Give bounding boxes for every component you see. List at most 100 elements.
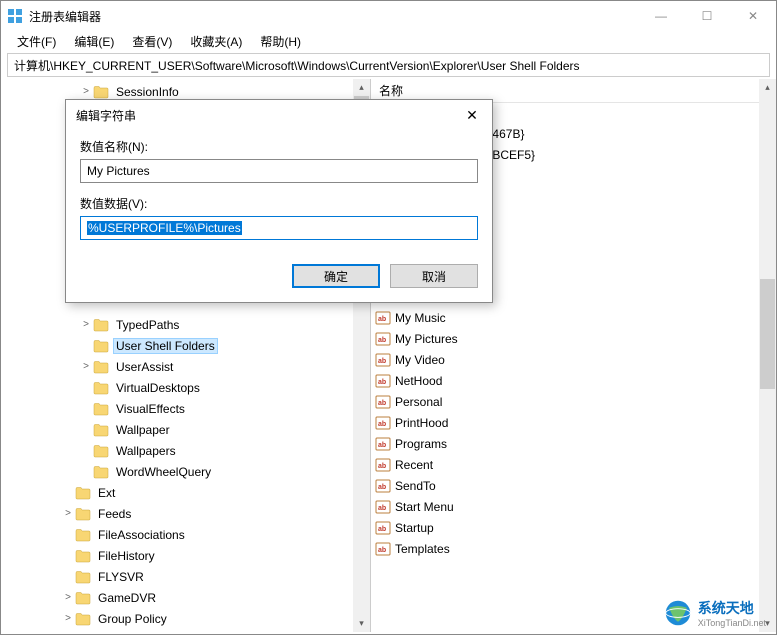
folder-icon: [93, 318, 109, 332]
list-row[interactable]: Startup: [371, 517, 776, 538]
edit-string-dialog: 编辑字符串 ✕ 数值名称(N): 数值数据(V): %USERPROFILE%\…: [65, 99, 493, 303]
tree-item-label: Ext: [95, 485, 118, 501]
list-row[interactable]: SendTo: [371, 475, 776, 496]
string-value-icon: [375, 394, 391, 410]
globe-icon: [664, 599, 692, 627]
minimize-button[interactable]: —: [638, 1, 684, 31]
list-row[interactable]: PrintHood: [371, 412, 776, 433]
tree-item[interactable]: Wallpaper: [7, 419, 370, 440]
tree-item[interactable]: Wallpapers: [7, 440, 370, 461]
value-name: NetHood: [395, 374, 442, 388]
list-row[interactable]: NetHood: [371, 370, 776, 391]
tree-item-label: TypedPaths: [113, 317, 182, 333]
folder-icon: [93, 381, 109, 395]
scroll-down-icon[interactable]: ▾: [353, 615, 370, 632]
dialog-title: 编辑字符串: [76, 107, 462, 124]
list-row[interactable]: Programs: [371, 433, 776, 454]
value-name-label: 数值名称(N):: [80, 138, 478, 155]
string-value-icon: [375, 436, 391, 452]
tree-item[interactable]: Ext: [7, 482, 370, 503]
chevron-icon[interactable]: >: [61, 508, 75, 519]
folder-icon: [93, 339, 109, 353]
address-text: 计算机\HKEY_CURRENT_USER\Software\Microsoft…: [14, 57, 580, 74]
tree-item[interactable]: > TypedPaths: [7, 314, 370, 335]
value-name: Personal: [395, 395, 442, 409]
folder-icon: [75, 591, 91, 605]
ok-button[interactable]: 确定: [292, 264, 380, 288]
tree-item-label: SessionInfo: [113, 84, 182, 100]
list-scrollbar[interactable]: ▴ ▾: [759, 79, 776, 632]
close-button[interactable]: ✕: [730, 1, 776, 31]
value-name: My Music: [395, 311, 446, 325]
watermark-title: 系统天地: [698, 600, 754, 616]
app-icon: [7, 8, 23, 24]
tree-item[interactable]: VisualEffects: [7, 398, 370, 419]
tree-item[interactable]: > Group Policy: [7, 608, 370, 629]
address-bar[interactable]: 计算机\HKEY_CURRENT_USER\Software\Microsoft…: [7, 53, 770, 77]
value-data-field[interactable]: %USERPROFILE%\Pictures: [80, 216, 478, 240]
tree-item-label: FileAssociations: [95, 527, 188, 543]
tree-item[interactable]: > Feeds: [7, 503, 370, 524]
chevron-icon[interactable]: >: [79, 361, 93, 372]
list-row[interactable]: My Music: [371, 307, 776, 328]
chevron-icon[interactable]: >: [79, 319, 93, 330]
tree-item-label: WordWheelQuery: [113, 464, 214, 480]
watermark-url: XiTongTianDi.net: [698, 618, 766, 628]
string-value-icon: [375, 331, 391, 347]
dialog-close-button[interactable]: ✕: [462, 107, 482, 124]
value-name: PrintHood: [395, 416, 448, 430]
value-name: My Pictures: [395, 332, 458, 346]
string-value-icon: [375, 310, 391, 326]
list-row[interactable]: Templates: [371, 538, 776, 559]
tree-item-label: Group Policy: [95, 611, 170, 627]
menu-favorites[interactable]: 收藏夹(A): [182, 31, 250, 52]
watermark: 系统天地 XiTongTianDi.net: [664, 598, 766, 628]
chevron-icon[interactable]: >: [61, 613, 75, 624]
folder-icon: [75, 570, 91, 584]
menu-edit[interactable]: 编辑(E): [66, 31, 122, 52]
string-value-icon: [375, 352, 391, 368]
menu-file[interactable]: 文件(F): [9, 31, 64, 52]
tree-item-label: UserAssist: [113, 359, 176, 375]
scroll-thumb[interactable]: [760, 279, 775, 389]
cancel-button[interactable]: 取消: [390, 264, 478, 288]
tree-item[interactable]: FileAssociations: [7, 524, 370, 545]
list-row[interactable]: Personal: [371, 391, 776, 412]
tree-item-label: Wallpapers: [113, 443, 179, 459]
list-row[interactable]: Recent: [371, 454, 776, 475]
tree-item[interactable]: FLYSVR: [7, 566, 370, 587]
tree-item-label: Feeds: [95, 506, 134, 522]
tree-item[interactable]: VirtualDesktops: [7, 377, 370, 398]
string-value-icon: [375, 373, 391, 389]
folder-icon: [75, 528, 91, 542]
list-row[interactable]: My Video: [371, 349, 776, 370]
value-data-selected-text: %USERPROFILE%\Pictures: [87, 221, 242, 235]
tree-item-label: VirtualDesktops: [113, 380, 203, 396]
list-row[interactable]: My Pictures: [371, 328, 776, 349]
string-value-icon: [375, 415, 391, 431]
folder-icon: [93, 444, 109, 458]
tree-item[interactable]: > UserAssist: [7, 356, 370, 377]
list-row[interactable]: Start Menu: [371, 496, 776, 517]
string-value-icon: [375, 541, 391, 557]
maximize-button[interactable]: ☐: [684, 1, 730, 31]
folder-icon: [93, 423, 109, 437]
tree-item-label: GameDVR: [95, 590, 159, 606]
folder-icon: [75, 486, 91, 500]
tree-item[interactable]: User Shell Folders: [7, 335, 370, 356]
menu-view[interactable]: 查看(V): [124, 31, 180, 52]
chevron-icon[interactable]: >: [61, 592, 75, 603]
tree-item-label: FileHistory: [95, 548, 158, 564]
folder-icon: [93, 402, 109, 416]
value-name: Start Menu: [395, 500, 454, 514]
scroll-up-icon[interactable]: ▴: [353, 79, 370, 96]
menu-help[interactable]: 帮助(H): [252, 31, 309, 52]
scroll-up-icon[interactable]: ▴: [759, 79, 776, 96]
value-data-label: 数值数据(V):: [80, 195, 478, 212]
tree-item[interactable]: FileHistory: [7, 545, 370, 566]
tree-item-label: FLYSVR: [95, 569, 147, 585]
folder-icon: [75, 549, 91, 563]
chevron-icon[interactable]: >: [79, 86, 93, 97]
tree-item[interactable]: WordWheelQuery: [7, 461, 370, 482]
tree-item[interactable]: > GameDVR: [7, 587, 370, 608]
